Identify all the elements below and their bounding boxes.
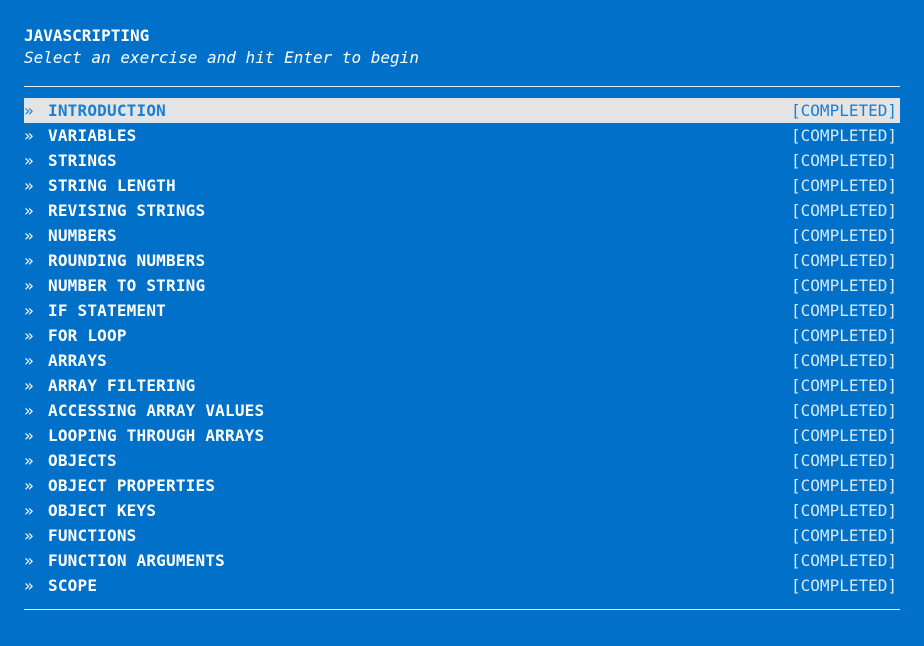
marker-icon: »	[24, 251, 34, 270]
exercise-status: [COMPLETED]	[791, 126, 897, 145]
marker-icon: »	[24, 376, 34, 395]
exercise-status: [COMPLETED]	[791, 276, 897, 295]
app-header: JAVASCRIPTING Select an exercise and hit…	[24, 25, 904, 69]
exercise-status: [COMPLETED]	[791, 176, 897, 195]
menu-item[interactable]: » NUMBERS [COMPLETED]	[24, 223, 900, 248]
marker-icon: »	[24, 201, 34, 220]
exercise-name: STRING LENGTH	[48, 176, 176, 195]
menu-item[interactable]: » ACCESSING ARRAY VALUES [COMPLETED]	[24, 398, 900, 423]
menu-item[interactable]: » FUNCTIONS [COMPLETED]	[24, 523, 900, 548]
marker-icon: »	[24, 176, 34, 195]
bottom-divider	[24, 609, 900, 610]
marker-icon: »	[24, 476, 34, 495]
exercise-menu: » INTRODUCTION [COMPLETED] » VARIABLES [COMP…	[24, 98, 900, 598]
exercise-status: [COMPLETED]	[791, 151, 897, 170]
marker-icon: »	[24, 126, 34, 145]
exercise-status: [COMPLETED]	[791, 401, 897, 420]
exercise-status: [COMPLETED]	[791, 576, 897, 595]
marker-icon: »	[24, 326, 34, 345]
exercise-status: [COMPLETED]	[791, 251, 897, 270]
menu-item[interactable]: » STRINGS [COMPLETED]	[24, 148, 900, 173]
exercise-name: REVISING STRINGS	[48, 201, 206, 220]
exercise-status: [COMPLETED]	[791, 376, 897, 395]
marker-icon: »	[24, 526, 34, 545]
marker-icon: »	[24, 576, 34, 595]
exercise-name: ROUNDING NUMBERS	[48, 251, 206, 270]
menu-item[interactable]: » FUNCTION ARGUMENTS [COMPLETED]	[24, 548, 900, 573]
top-divider	[24, 86, 900, 87]
menu-item[interactable]: » ARRAYS [COMPLETED]	[24, 348, 900, 373]
exercise-name: INTRODUCTION	[48, 101, 166, 120]
exercise-name: OBJECTS	[48, 451, 117, 470]
marker-icon: »	[24, 151, 34, 170]
exercise-status: [COMPLETED]	[791, 551, 897, 570]
menu-item[interactable]: » OBJECTS [COMPLETED]	[24, 448, 900, 473]
exercise-status: [COMPLETED]	[791, 501, 897, 520]
marker-icon: »	[24, 401, 34, 420]
exercise-name: SCOPE	[48, 576, 98, 595]
exercise-status: [COMPLETED]	[791, 351, 897, 370]
marker-icon: »	[24, 301, 34, 320]
menu-item[interactable]: » OBJECT KEYS [COMPLETED]	[24, 498, 900, 523]
marker-icon: »	[24, 451, 34, 470]
menu-item[interactable]: » REVISING STRINGS [COMPLETED]	[24, 198, 900, 223]
exercise-name: FUNCTIONS	[48, 526, 137, 545]
menu-item[interactable]: » FOR LOOP [COMPLETED]	[24, 323, 900, 348]
exercise-name: IF STATEMENT	[48, 301, 166, 320]
menu-item[interactable]: » STRING LENGTH [COMPLETED]	[24, 173, 900, 198]
marker-icon: »	[24, 276, 34, 295]
marker-icon: »	[24, 351, 34, 370]
exercise-name: NUMBER TO STRING	[48, 276, 206, 295]
exercise-status: [COMPLETED]	[791, 526, 897, 545]
app-subtitle: Select an exercise and hit Enter to begi…	[24, 48, 419, 67]
exercise-name: STRINGS	[48, 151, 117, 170]
exercise-name: NUMBERS	[48, 226, 117, 245]
menu-item[interactable]: » SCOPE [COMPLETED]	[24, 573, 900, 598]
exercise-name: LOOPING THROUGH ARRAYS	[48, 426, 265, 445]
exercise-status: [COMPLETED]	[791, 201, 897, 220]
exercise-name: VARIABLES	[48, 126, 137, 145]
menu-item[interactable]: » LOOPING THROUGH ARRAYS [COMPLETED]	[24, 423, 900, 448]
exercise-name: ACCESSING ARRAY VALUES	[48, 401, 265, 420]
marker-icon: »	[24, 426, 34, 445]
exercise-name: FUNCTION ARGUMENTS	[48, 551, 225, 570]
exercise-status: [COMPLETED]	[791, 226, 897, 245]
exercise-name: FOR LOOP	[48, 326, 127, 345]
menu-item[interactable]: » NUMBER TO STRING [COMPLETED]	[24, 273, 900, 298]
menu-item[interactable]: » ARRAY FILTERING [COMPLETED]	[24, 373, 900, 398]
app-title: JAVASCRIPTING	[24, 26, 150, 45]
menu-item[interactable]: » ROUNDING NUMBERS [COMPLETED]	[24, 248, 900, 273]
exercise-status: [COMPLETED]	[791, 476, 897, 495]
exercise-status: [COMPLETED]	[791, 101, 897, 120]
exercise-name: OBJECT PROPERTIES	[48, 476, 216, 495]
exercise-status: [COMPLETED]	[791, 326, 897, 345]
exercise-name: OBJECT KEYS	[48, 501, 157, 520]
exercise-status: [COMPLETED]	[791, 451, 897, 470]
menu-item[interactable]: » VARIABLES [COMPLETED]	[24, 123, 900, 148]
exercise-name: ARRAY FILTERING	[48, 376, 196, 395]
marker-icon: »	[24, 226, 34, 245]
menu-item[interactable]: » IF STATEMENT [COMPLETED]	[24, 298, 900, 323]
marker-icon: »	[24, 501, 34, 520]
exercise-status: [COMPLETED]	[791, 301, 897, 320]
menu-item-selected[interactable]: » INTRODUCTION [COMPLETED]	[24, 98, 900, 123]
marker-icon: »	[24, 101, 34, 120]
menu-item[interactable]: » OBJECT PROPERTIES [COMPLETED]	[24, 473, 900, 498]
marker-icon: »	[24, 551, 34, 570]
exercise-status: [COMPLETED]	[791, 426, 897, 445]
exercise-name: ARRAYS	[48, 351, 107, 370]
